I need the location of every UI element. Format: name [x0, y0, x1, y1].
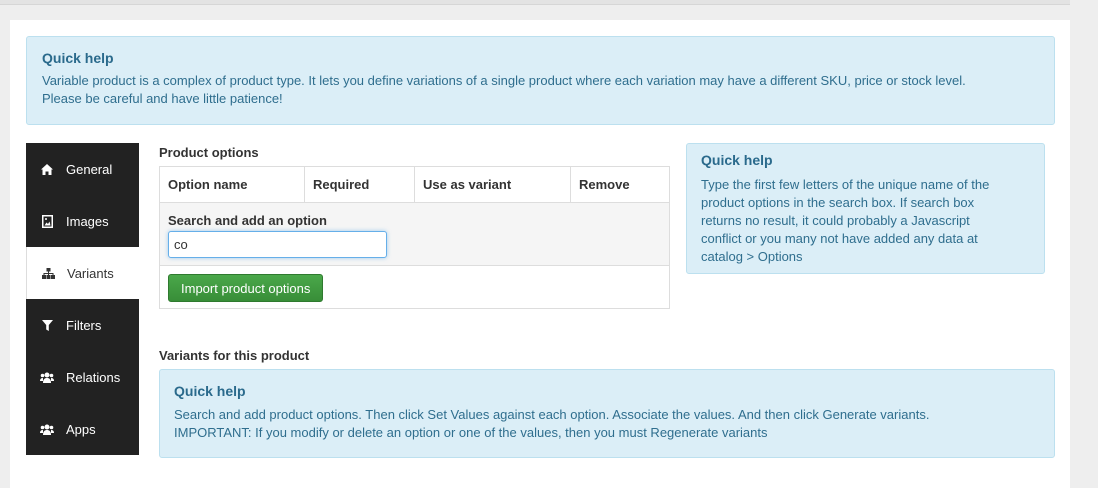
quick-help-text: conflict or you many not have added any … [701, 231, 978, 246]
quick-help-text: Type the first few letters of the unique… [701, 177, 990, 192]
column-header: Use as variant [415, 167, 571, 202]
sidebar-item-images[interactable]: Images [26, 195, 139, 247]
quick-help-options: Quick help Type the first few letters of… [686, 143, 1045, 274]
quick-help-top: Quick help Variable product is a complex… [26, 36, 1055, 125]
sidebar-item-filters[interactable]: Filters [26, 299, 139, 351]
quick-help-text: Search and add product options. Then cli… [174, 407, 930, 422]
sidebar-item-general[interactable]: General [26, 143, 139, 195]
users-icon [40, 372, 54, 383]
options-footer: Import product options [160, 266, 669, 310]
product-options-table: Option name Required Use as variant Remo… [159, 166, 670, 309]
search-option-input[interactable] [168, 231, 387, 258]
users-icon [40, 424, 54, 435]
quick-help-text: catalog > Options [701, 249, 803, 264]
quick-help-title: Quick help [42, 50, 114, 66]
quick-help-text: IMPORTANT: If you modify or delete an op… [174, 425, 768, 440]
sidebar-item-label: Variants [67, 265, 114, 281]
column-header: Remove [579, 177, 630, 192]
quick-help-text: returns no result, it could probably a J… [701, 213, 970, 228]
sitemap-icon [41, 267, 55, 279]
quick-help-variants: Quick help Search and add product option… [159, 369, 1055, 458]
content-panel: Quick help Variable product is a complex… [10, 20, 1070, 488]
filter-icon [40, 319, 54, 331]
image-icon [40, 214, 54, 228]
table-header: Option name Required Use as variant Remo… [160, 167, 669, 203]
sidebar-item-label: Images [66, 213, 109, 229]
column-header: Option name [160, 167, 305, 202]
sidebar-item-label: General [66, 161, 113, 177]
sidebar-item-label: Relations [66, 369, 121, 385]
quick-help-title: Quick help [174, 383, 246, 399]
quick-help-text: Please be careful and have little patien… [42, 91, 283, 106]
quick-help-text: Variable product is a complex of product… [42, 73, 966, 88]
sidebar-item-apps[interactable]: Apps [26, 403, 139, 455]
home-icon [40, 163, 54, 175]
page-right-margin [1070, 0, 1098, 488]
option-search-row: Search and add an option [160, 203, 669, 266]
sidebar-item-label: Filters [66, 317, 102, 333]
quick-help-text: product options in the search box. If se… [701, 195, 975, 210]
sidebar-item-relations[interactable]: Relations [26, 351, 139, 403]
top-strip [0, 0, 1098, 5]
quick-help-title: Quick help [701, 152, 773, 168]
column-header: Required [305, 167, 415, 202]
product-tabs-sidebar: General Images Variants Filters Relation… [26, 143, 139, 455]
sidebar-item-variants[interactable]: Variants [26, 247, 139, 299]
product-options-heading: Product options [159, 145, 259, 160]
import-product-options-button[interactable]: Import product options [168, 274, 324, 302]
search-option-label: Search and add an option [168, 213, 327, 228]
sidebar-item-label: Apps [66, 421, 96, 437]
variants-heading: Variants for this product [159, 348, 310, 363]
